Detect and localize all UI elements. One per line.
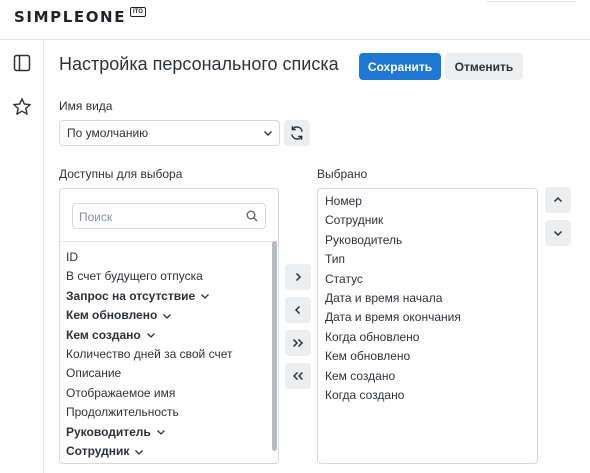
selected-list: Номер Сотрудник Руководитель Тип Статус Дата … <box>325 192 530 405</box>
selected-item[interactable]: Кем создано <box>325 367 530 386</box>
available-item[interactable]: Сотрудник <box>66 442 266 461</box>
available-item[interactable]: Кем создано <box>66 326 266 345</box>
available-label: Доступны для выбора <box>59 167 183 181</box>
available-item[interactable]: В счет будущего отпуска <box>66 267 266 286</box>
available-item-label: Запрос на отсутствие <box>66 288 196 303</box>
topbar-edge <box>486 0 576 2</box>
available-item-label: В счет будущего отпуска <box>66 269 203 284</box>
available-item-label: Кем создано <box>66 327 141 342</box>
view-select-value: По умолчанию <box>67 126 149 140</box>
move-all-left-button[interactable] <box>285 363 311 389</box>
double-chevron-left-icon <box>292 371 304 381</box>
move-all-right-button[interactable] <box>285 330 311 356</box>
available-item[interactable]: Количество дней за свой счет <box>66 345 266 364</box>
double-chevron-right-icon <box>292 338 304 348</box>
available-item[interactable]: Описание <box>66 364 266 383</box>
selected-item[interactable]: Статус <box>325 270 530 289</box>
view-select[interactable]: По умолчанию <box>59 120 280 146</box>
chevron-down-icon[interactable] <box>156 427 166 437</box>
search-box[interactable] <box>72 203 266 229</box>
move-up-button[interactable] <box>545 187 571 213</box>
search-icon <box>246 210 258 222</box>
chevron-down-icon[interactable] <box>134 447 144 457</box>
available-item-label: Сотрудник <box>66 443 130 458</box>
available-item-label: Кем обновлено <box>66 308 158 323</box>
available-item[interactable]: Отображаемое имя <box>66 384 266 403</box>
selected-item[interactable]: Дата и время окончания <box>325 308 530 327</box>
chevron-down-icon <box>264 131 272 136</box>
available-panel: ID В счет будущего отпуска Запрос на отсут… <box>59 188 279 464</box>
move-left-button[interactable] <box>285 297 311 323</box>
logo-badge: ITO <box>130 7 146 17</box>
available-item[interactable]: ID <box>66 248 266 267</box>
selected-item[interactable]: Тип <box>325 250 530 269</box>
selected-panel: Номер Сотрудник Руководитель Тип Статус Дата … <box>317 188 538 464</box>
selected-item[interactable]: Кем обновлено <box>325 347 530 366</box>
sidebar <box>0 40 44 473</box>
available-item[interactable]: Руководитель <box>66 423 266 442</box>
available-item-label: Количество дней за свой счет <box>66 346 233 361</box>
available-item[interactable]: Продолжительность <box>66 403 266 422</box>
selected-item[interactable]: Когда создано <box>325 386 530 405</box>
available-item[interactable]: Кем обновлено <box>66 306 266 325</box>
sidebar-panel-icon[interactable] <box>12 53 32 73</box>
move-right-button[interactable] <box>285 264 311 290</box>
selected-item[interactable]: Номер <box>325 192 530 211</box>
scrollbar-thumb[interactable] <box>272 241 277 451</box>
selected-item[interactable]: Дата и время начала <box>325 289 530 308</box>
chevron-left-icon <box>294 305 301 315</box>
selected-item[interactable]: Когда обновлено <box>325 328 530 347</box>
available-item-label: Руководитель <box>66 424 151 439</box>
available-item[interactable]: Запрос на отсутствие <box>66 287 266 306</box>
save-button[interactable]: Сохранить <box>359 53 441 80</box>
logo[interactable]: SIMPLEONE <box>14 8 126 26</box>
search-input[interactable] <box>79 208 239 225</box>
refresh-icon <box>291 126 303 140</box>
move-down-button[interactable] <box>545 220 571 246</box>
panel-divider <box>60 241 278 242</box>
available-item-label: Описание <box>66 366 122 381</box>
star-icon[interactable] <box>12 97 32 117</box>
chevron-down-icon[interactable] <box>162 311 172 321</box>
available-list: ID В счет будущего отпуска Запрос на отсут… <box>66 248 266 461</box>
view-name-label: Имя вида <box>59 99 113 113</box>
cancel-button[interactable]: Отменить <box>445 53 523 80</box>
page-title: Настройка персонального списка <box>59 54 339 74</box>
chevron-up-icon <box>553 196 563 203</box>
refresh-button[interactable] <box>284 120 310 146</box>
selected-item[interactable]: Сотрудник <box>325 211 530 230</box>
chevron-down-icon <box>553 230 563 237</box>
chevron-down-icon[interactable] <box>146 330 156 340</box>
chevron-right-icon <box>295 272 302 282</box>
selected-item[interactable]: Руководитель <box>325 231 530 250</box>
available-item-label: Продолжительность <box>66 405 179 420</box>
selected-label: Выбрано <box>317 167 368 181</box>
available-item-label: ID <box>66 250 78 264</box>
top-bar: SIMPLEONE ITO <box>0 0 590 40</box>
available-item-label: Отображаемое имя <box>66 385 176 400</box>
chevron-down-icon[interactable] <box>200 291 210 301</box>
